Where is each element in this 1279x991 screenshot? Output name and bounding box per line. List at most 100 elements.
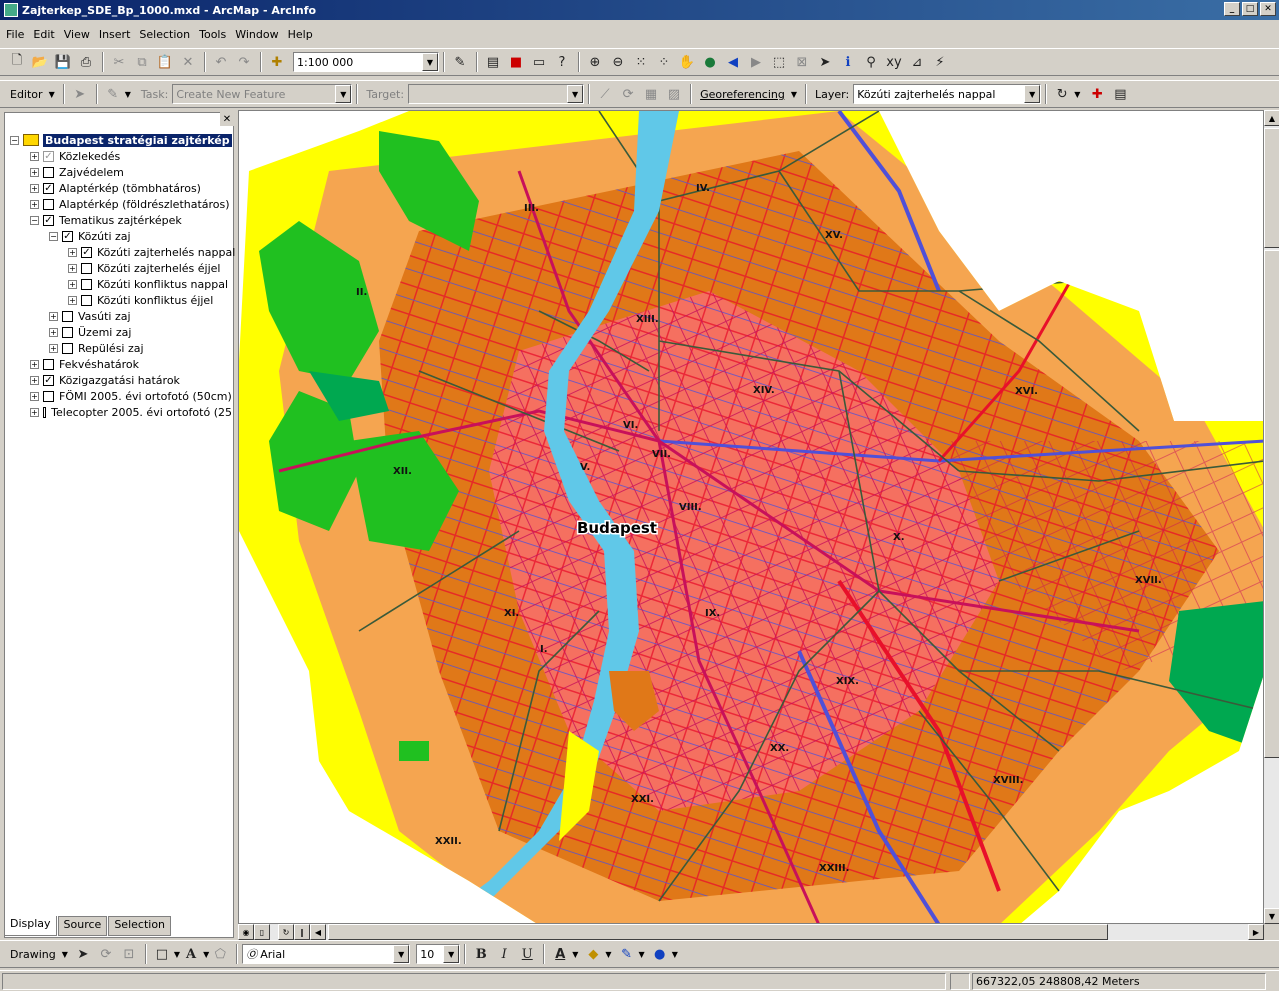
toc-layer[interactable]: + Vasúti zaj: [49, 308, 131, 324]
tab-selection[interactable]: Selection: [108, 916, 172, 936]
layer-checkbox[interactable]: ✓: [81, 246, 92, 258]
expand-icon[interactable]: +: [68, 263, 77, 273]
cut-icon[interactable]: ✂: [108, 51, 130, 73]
layer-checkbox[interactable]: ✓: [43, 150, 54, 162]
layer-checkbox[interactable]: [62, 310, 73, 322]
font-size-combo[interactable]: 10 ▼: [416, 944, 461, 964]
menu-insert[interactable]: Insert: [99, 28, 131, 41]
chevron-down-icon[interactable]: ▼: [1024, 85, 1041, 103]
layer-checkbox[interactable]: [81, 294, 92, 306]
clear-selection-icon[interactable]: ⊠: [791, 51, 813, 73]
expand-icon[interactable]: +: [68, 247, 77, 257]
bold-icon[interactable]: B: [470, 943, 492, 965]
view-link-table-icon[interactable]: ▤: [1109, 83, 1131, 105]
identify-icon[interactable]: ℹ: [837, 51, 859, 73]
zoom-out-icon[interactable]: ⊖: [607, 51, 629, 73]
toc-layer[interactable]: + ✓ Közlekedés: [30, 148, 120, 164]
go-to-xy-icon[interactable]: xy: [883, 51, 905, 73]
tab-source[interactable]: Source: [57, 916, 108, 936]
toc-layer[interactable]: + FÖMI 2005. évi ortofotó (50cm): [30, 388, 232, 404]
toc-layer[interactable]: + Zajvédelem: [30, 164, 124, 180]
toc-layer[interactable]: − ✓ Tematikus zajtérképek: [30, 212, 182, 228]
measure-icon[interactable]: ⊿: [906, 51, 928, 73]
chevron-down-icon[interactable]: ▼: [572, 950, 578, 959]
fill-color-icon[interactable]: ◆: [582, 943, 604, 965]
chevron-down-icon[interactable]: ▼: [335, 85, 352, 103]
attributes-icon[interactable]: ▦: [640, 83, 662, 105]
toc-layer[interactable]: + Közúti konfliktus nappal: [68, 276, 228, 292]
toc-root[interactable]: − Budapest stratégiai zajtérkép: [10, 132, 232, 148]
layer-checkbox[interactable]: ✓: [43, 214, 54, 226]
zoom-whole-page-icon[interactable]: ⊡: [118, 943, 140, 965]
noise-map[interactable]: I. II. III. IV. V. VI. VII. VIII. IX. X.…: [239, 111, 1264, 924]
chevron-down-icon[interactable]: ▼: [672, 950, 678, 959]
layout-view-icon[interactable]: ▯: [254, 924, 270, 940]
toc-layer[interactable]: − ✓ Közúti zaj: [49, 228, 131, 244]
fixed-zoom-in-icon[interactable]: ⁙: [630, 51, 652, 73]
save-icon[interactable]: 💾: [52, 51, 74, 73]
layer-checkbox[interactable]: [62, 326, 73, 338]
arctoolbox-icon[interactable]: ■: [505, 51, 527, 73]
expand-icon[interactable]: +: [30, 151, 39, 161]
underline-icon[interactable]: U: [516, 943, 538, 965]
layer-checkbox[interactable]: [43, 166, 54, 178]
layer-checkbox[interactable]: [43, 390, 54, 402]
editor-toolbar-icon[interactable]: ✎: [449, 51, 471, 73]
layer-checkbox[interactable]: ✓: [43, 374, 54, 386]
command-line-icon[interactable]: ▭: [528, 51, 550, 73]
fixed-zoom-out-icon[interactable]: ⁘: [653, 51, 675, 73]
font-color-icon[interactable]: A: [549, 943, 571, 965]
scroll-thumb[interactable]: [1264, 128, 1279, 248]
delete-icon[interactable]: ✕: [177, 51, 199, 73]
scroll-down-icon[interactable]: ▼: [1264, 908, 1279, 924]
layer-checkbox[interactable]: ✓: [43, 182, 54, 194]
horizontal-scrollbar[interactable]: ◉ ▯ ↻ ‖ ◀ ▶: [238, 924, 1264, 940]
chevron-down-icon[interactable]: ▼: [393, 945, 410, 963]
scroll-up-icon[interactable]: ▲: [1264, 110, 1279, 126]
chevron-down-icon[interactable]: ▼: [567, 85, 584, 103]
add-data-icon[interactable]: ✚: [266, 51, 288, 73]
vertical-scrollbar[interactable]: ▲ ▼: [1264, 110, 1279, 924]
open-folder-icon[interactable]: 📂: [29, 51, 51, 73]
drawing-menu[interactable]: Drawing ▼: [6, 948, 72, 961]
collapse-icon[interactable]: −: [10, 135, 19, 145]
chevron-down-icon[interactable]: ▼: [605, 950, 611, 959]
toc-layer[interactable]: + ✓ Közigazgatási határok: [30, 372, 180, 388]
map-view[interactable]: I. II. III. IV. V. VI. VII. VIII. IX. X.…: [238, 110, 1264, 924]
scroll-right-icon[interactable]: ▶: [1248, 924, 1264, 940]
menu-edit[interactable]: Edit: [33, 28, 54, 41]
rotate-georef-icon[interactable]: ↻: [1051, 83, 1073, 105]
close-icon[interactable]: ✕: [220, 112, 234, 126]
find-icon[interactable]: ⚲: [860, 51, 882, 73]
georeferencing-menu[interactable]: Georeferencing ▼: [696, 88, 801, 101]
editor-menu[interactable]: Editor ▼: [6, 88, 59, 101]
expand-icon[interactable]: +: [30, 199, 39, 209]
redo-icon[interactable]: ↷: [233, 51, 255, 73]
toc-layer[interactable]: + Repülési zaj: [49, 340, 144, 356]
line-color-icon[interactable]: ✎: [616, 943, 638, 965]
collapse-icon[interactable]: −: [49, 231, 58, 241]
pause-drawing-icon[interactable]: ‖: [294, 924, 310, 940]
scroll-thumb[interactable]: [328, 924, 1108, 940]
expand-icon[interactable]: +: [30, 375, 39, 385]
menu-tools[interactable]: Tools: [199, 28, 226, 41]
expand-icon[interactable]: +: [30, 391, 39, 401]
expand-icon[interactable]: +: [49, 343, 58, 353]
toc-layer[interactable]: + Alaptérkép (földrészlethatáros): [30, 196, 230, 212]
toc-layer[interactable]: + Közúti zajterhelés éjjel: [68, 260, 220, 276]
chevron-down-icon[interactable]: ▼: [1074, 90, 1080, 99]
menu-view[interactable]: View: [64, 28, 90, 41]
forward-icon[interactable]: ▶: [745, 51, 767, 73]
chevron-down-icon[interactable]: ▼: [125, 90, 131, 99]
rotate-icon[interactable]: ⟳: [95, 943, 117, 965]
paste-icon[interactable]: 📋: [154, 51, 176, 73]
new-document-icon[interactable]: 🗋: [6, 51, 28, 73]
layer-checkbox[interactable]: [43, 198, 54, 210]
scroll-thumb[interactable]: [1264, 250, 1279, 758]
arccatalog-icon[interactable]: ▤: [482, 51, 504, 73]
copy-icon[interactable]: ⧉: [131, 51, 153, 73]
menu-file[interactable]: File: [6, 28, 24, 41]
toc-layer[interactable]: + Üzemi zaj: [49, 324, 131, 340]
layer-combo[interactable]: Közúti zajterhelés nappal ▼: [853, 84, 1042, 104]
full-extent-icon[interactable]: ●: [699, 51, 721, 73]
